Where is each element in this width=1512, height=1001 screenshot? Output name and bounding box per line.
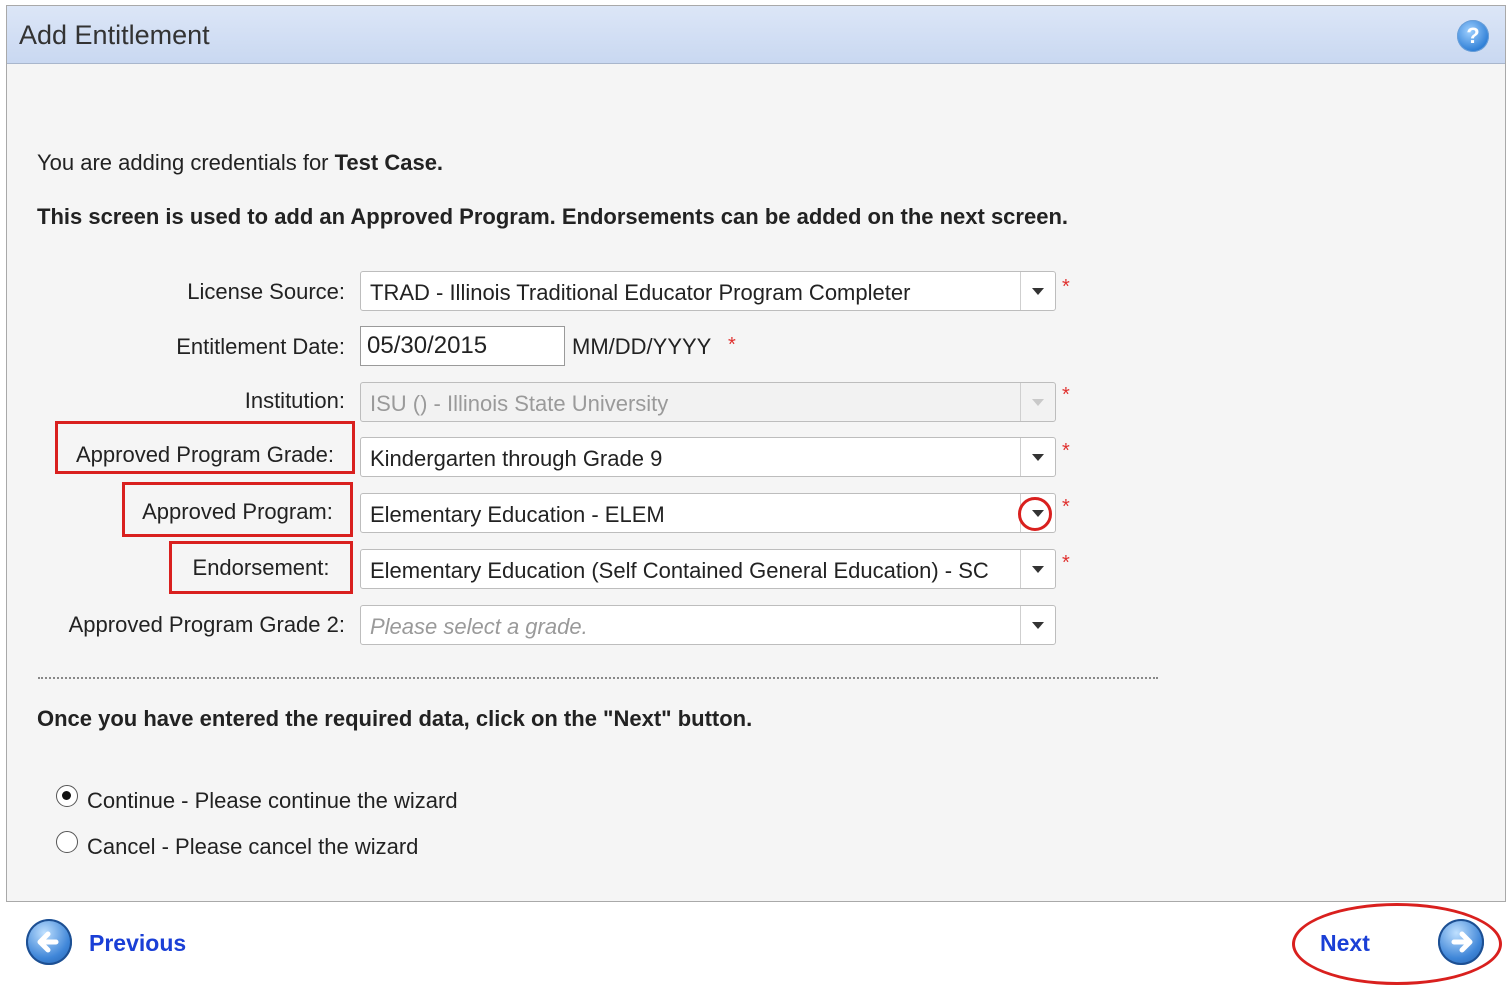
chevron-down-icon (1020, 383, 1055, 421)
intro-prefix: You are adding credentials for (37, 150, 335, 175)
chevron-down-icon[interactable] (1020, 438, 1055, 476)
continue-radio[interactable] (56, 785, 78, 807)
institution-select: ISU () - Illinois State University (360, 382, 1056, 422)
chevron-down-icon[interactable] (1020, 272, 1055, 310)
approved-program-grade-value: Kindergarten through Grade 9 (370, 446, 663, 471)
intro-line: You are adding credentials for Test Case… (37, 150, 443, 176)
approved-program-grade-2-placeholder: Please select a grade. (370, 614, 588, 639)
endorsement-label: Endorsement: (169, 541, 353, 594)
required-marker: * (1062, 276, 1070, 298)
intro-name: Test Case. (334, 150, 444, 175)
cancel-label[interactable]: Cancel - Please cancel the wizard (87, 834, 418, 860)
annotation-ellipse (1292, 903, 1502, 985)
cancel-radio[interactable] (56, 831, 78, 853)
title-bar: Add Entitlement ? (7, 6, 1505, 64)
entitlement-date-input[interactable] (360, 326, 565, 366)
required-marker: * (728, 334, 736, 356)
required-marker: * (1062, 440, 1070, 462)
required-marker: * (1062, 496, 1070, 518)
license-source-select[interactable]: TRAD - Illinois Traditional Educator Pro… (360, 271, 1056, 311)
help-question-icon[interactable]: ? (1457, 20, 1489, 52)
chevron-down-icon[interactable] (1020, 606, 1055, 644)
annotation-circle (1018, 497, 1052, 531)
continue-label[interactable]: Continue - Please continue the wizard (87, 788, 458, 814)
endorsement-select[interactable]: Elementary Education (Self Contained Gen… (360, 549, 1056, 589)
approved-program-grade-2-select[interactable]: Please select a grade. (360, 605, 1056, 645)
approved-program-select[interactable]: Elementary Education - ELEM (360, 493, 1056, 533)
previous-button[interactable]: Previous (89, 930, 186, 957)
approved-program-grade-select[interactable]: Kindergarten through Grade 9 (360, 437, 1056, 477)
endorsement-value: Elementary Education (Self Contained Gen… (370, 558, 989, 583)
required-marker: * (1062, 384, 1070, 406)
date-format-hint: MM/DD/YYYY (572, 334, 712, 359)
divider (38, 677, 1158, 679)
approved-program-label: Approved Program: (122, 482, 353, 537)
approved-program-grade-label: Approved Program Grade: (55, 421, 355, 474)
approved-program-grade-2-label: Approved Program Grade 2: (68, 612, 345, 637)
window-title: Add Entitlement (19, 20, 210, 50)
entitlement-date-label: Entitlement Date: (176, 334, 345, 359)
license-source-label: License Source: (187, 279, 345, 304)
required-marker: * (1062, 552, 1070, 574)
chevron-down-icon[interactable] (1020, 550, 1055, 588)
institution-label: Institution: (244, 388, 345, 413)
institution-value: ISU () - Illinois State University (370, 391, 669, 416)
license-source-value: TRAD - Illinois Traditional Educator Pro… (370, 280, 911, 305)
intro-note: This screen is used to add an Approved P… (37, 204, 1069, 229)
approved-program-value: Elementary Education - ELEM (370, 502, 665, 527)
instruction-text: Once you have entered the required data,… (37, 706, 753, 731)
arrow-left-icon[interactable] (26, 919, 72, 965)
